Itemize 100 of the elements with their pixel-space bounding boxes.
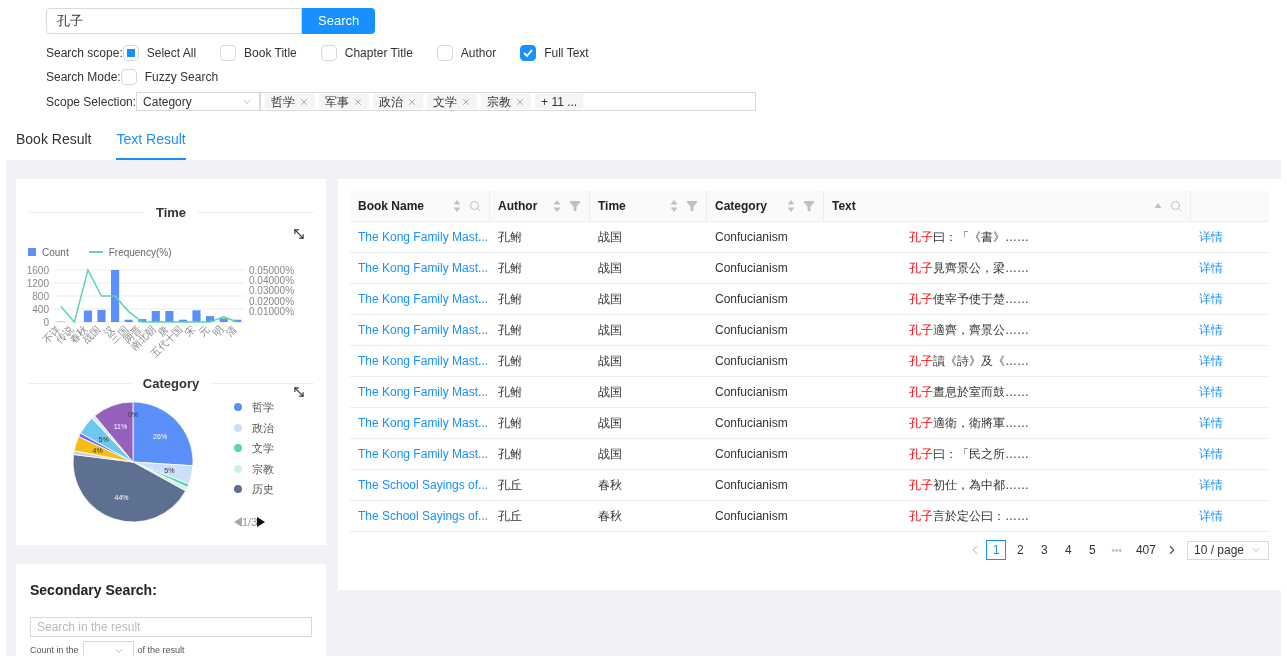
tag[interactable]: 哲学: [265, 94, 316, 109]
checkbox-option[interactable]: Chapter Title: [320, 44, 413, 62]
checkbox-option[interactable]: Author: [436, 44, 497, 62]
filter-icon[interactable]: [803, 200, 815, 212]
table-cell: 战国: [598, 230, 622, 244]
axis-label: 1600: [26, 264, 49, 275]
table-cell: 孔丘: [498, 478, 522, 492]
axis-label: 0.03000%: [249, 284, 295, 296]
table-cell: Confucianism: [715, 416, 788, 430]
bar: [219, 317, 228, 322]
close-icon[interactable]: [515, 96, 526, 107]
legend-item[interactable]: Count: [28, 244, 69, 260]
table-cell: Confucianism: [715, 261, 788, 275]
bar: [178, 319, 187, 322]
table-cell: Confucianism: [715, 478, 788, 492]
page-button[interactable]: 5: [1082, 540, 1103, 560]
legend-item[interactable]: 政治: [234, 419, 274, 436]
tab[interactable]: Book Result: [16, 129, 92, 160]
axis-label: 0.04000%: [249, 274, 295, 286]
filter-icon[interactable]: [569, 200, 581, 212]
tag-select[interactable]: 哲学 军事 政治 文学 宗教 + 11 ...: [260, 92, 757, 111]
sort-icon[interactable]: [453, 200, 461, 212]
table-cell: 孔鲋: [498, 292, 522, 306]
text-cell: 孔子曰：「民之所……: [909, 447, 1029, 461]
next-icon[interactable]: [257, 516, 266, 527]
table-cell: 孔鲋: [498, 354, 522, 368]
bar: [151, 310, 160, 322]
column-header[interactable]: Category: [715, 197, 767, 215]
table-cell: 战国: [598, 261, 622, 275]
close-icon[interactable]: [407, 96, 418, 107]
axis-label: 400: [32, 303, 49, 314]
text-cell: 孔子適衛，衛將軍……: [909, 416, 1029, 430]
sort-icon[interactable]: [1154, 203, 1162, 209]
checkbox-option[interactable]: Select All: [122, 44, 197, 62]
checkbox[interactable]: [520, 45, 537, 61]
axis-label: 800: [32, 290, 49, 301]
chart-title: Category: [142, 374, 200, 393]
column-header[interactable]: Text: [832, 197, 856, 215]
close-icon[interactable]: [461, 96, 472, 107]
axis-label: 0.05000%: [249, 264, 295, 275]
legend-item[interactable]: 哲学: [234, 399, 274, 416]
bar: [111, 269, 120, 322]
sort-icon[interactable]: [670, 200, 678, 212]
bar: [97, 309, 106, 322]
tag[interactable]: 军事: [319, 94, 370, 109]
bar: [83, 310, 92, 322]
more-tag[interactable]: + 11 ...: [535, 94, 584, 109]
search-icon[interactable]: [469, 200, 481, 212]
table-cell: 春秋: [598, 478, 622, 492]
table-cell: Confucianism: [715, 509, 788, 523]
legend-item[interactable]: 历史: [234, 481, 274, 498]
axis-label: 0: [43, 316, 49, 327]
search-icon[interactable]: [1170, 200, 1182, 212]
checkbox-option[interactable]: Book Title: [220, 44, 297, 62]
text-cell: 孔子見齊景公，梁……: [909, 261, 1029, 275]
column-header[interactable]: Book Name: [358, 197, 425, 215]
tag[interactable]: 政治: [373, 94, 424, 109]
tag[interactable]: 文学: [427, 94, 478, 109]
table-cell: 孔丘: [498, 509, 522, 523]
text-cell: 孔子言於定公曰：……: [909, 509, 1029, 523]
table-cell: 战国: [598, 292, 622, 306]
close-icon[interactable]: [299, 96, 310, 107]
tag[interactable]: 宗教: [481, 94, 532, 109]
sort-icon[interactable]: [553, 200, 561, 212]
search-field[interactable]: Search in the result: [30, 617, 312, 637]
page-button[interactable]: 2: [1010, 540, 1031, 560]
unit-select[interactable]: [82, 641, 134, 656]
bar: [206, 315, 215, 322]
filter-icon[interactable]: [686, 200, 698, 212]
text-cell: 孔子讀《詩》及《……: [909, 354, 1029, 368]
legend-item[interactable]: 文学: [234, 440, 274, 457]
page-button[interactable]: 407: [1130, 540, 1161, 560]
page-button[interactable]: 4: [1058, 540, 1079, 560]
bar: [138, 318, 147, 322]
page-size-select[interactable]: 10 / page: [1186, 540, 1269, 560]
sort-icon[interactable]: [787, 200, 795, 212]
count-label: of the result: [137, 643, 185, 656]
axis-label: 0.02000%: [249, 295, 295, 307]
previous-icon[interactable]: [234, 516, 242, 527]
expand-icon[interactable]: [292, 385, 306, 399]
table-cell: 孔鲋: [498, 261, 522, 275]
checkbox-option[interactable]: Full Text: [520, 44, 589, 62]
search-field[interactable]: 孔子: [46, 8, 302, 34]
field-label: Search Mode:: [46, 69, 121, 86]
axis-label: 元: [196, 323, 212, 338]
expand-icon[interactable]: [292, 226, 306, 241]
page-button[interactable]: 3: [1034, 540, 1055, 560]
close-icon[interactable]: [353, 96, 364, 107]
legend-item[interactable]: Frequency(%): [88, 244, 172, 260]
checkbox-option[interactable]: Fuzzy Search: [120, 68, 219, 86]
column-header[interactable]: Time: [598, 197, 626, 215]
table-cell: Confucianism: [715, 354, 788, 368]
category-select[interactable]: Category: [136, 92, 261, 111]
table-cell: Confucianism: [715, 447, 788, 461]
column-header[interactable]: Author: [498, 197, 538, 215]
legend-item[interactable]: 宗教: [234, 460, 274, 477]
table-cell: 孔鲋: [498, 323, 522, 337]
table-cell: 战国: [598, 323, 622, 337]
table-cell: 战国: [598, 385, 622, 399]
bar: [165, 310, 174, 322]
